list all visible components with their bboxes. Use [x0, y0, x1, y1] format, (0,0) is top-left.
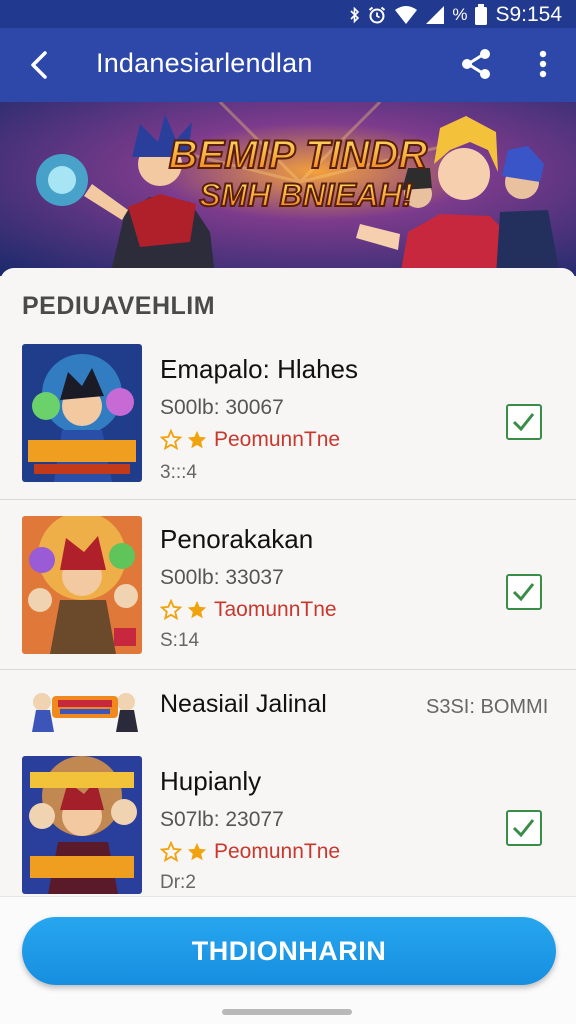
- rating-label: PeomunnTne: [214, 840, 341, 863]
- star-icon: [187, 600, 207, 619]
- star-outline-icon: [160, 599, 182, 621]
- battery-percent: %: [452, 5, 468, 24]
- hero-banner[interactable]: BEMIP TINDR SMH BNIEAH!: [0, 102, 576, 276]
- star-icon: [187, 430, 207, 449]
- game-name: Emapalo: Hlahes: [160, 354, 358, 384]
- game-meta: Dr:2: [160, 872, 196, 893]
- game-meta: 3:::4: [160, 462, 197, 483]
- game-size: S07lb: 23077: [160, 808, 284, 831]
- checkmark-icon: [512, 583, 535, 602]
- status-time: S9:154: [495, 3, 562, 26]
- game-thumbnail: [22, 344, 142, 482]
- primary-action-button[interactable]: THDIONHARIN: [22, 917, 556, 985]
- app-bar: Indanesiarlendlan: [0, 28, 576, 102]
- page-title: Indanesiarlendlan: [96, 48, 313, 78]
- game-size: S3SI: BOMMI: [426, 696, 549, 718]
- selected-checkbox[interactable]: [506, 810, 542, 846]
- list-item[interactable]: Penorakakan S00lb: 33037 TaomunnTne S:14: [0, 500, 576, 670]
- list-item[interactable]: Emapalo: Hlahes S00lb: 30067 PeomunnTne …: [0, 330, 576, 500]
- share-button[interactable]: [458, 46, 494, 82]
- game-thumbnail: [22, 516, 142, 654]
- rating-label: TaomunnTne: [214, 598, 337, 621]
- status-bar: % S9:154: [0, 0, 576, 28]
- banner-title-line1: BEMIP TINDR: [169, 133, 428, 177]
- home-indicator[interactable]: [222, 1009, 352, 1015]
- selected-checkbox[interactable]: [506, 574, 542, 610]
- game-size: S00lb: 33037: [160, 566, 284, 589]
- star-outline-icon: [160, 841, 182, 863]
- game-name: Hupianly: [160, 766, 262, 796]
- rating-label: PeomunnTne: [214, 428, 341, 451]
- selected-checkbox[interactable]: [506, 404, 542, 440]
- bottom-action-bar: THDIONHARIN: [0, 896, 576, 1024]
- back-button[interactable]: [22, 48, 56, 82]
- checkmark-icon: [512, 819, 535, 838]
- section-title: PEDIUAVEHLIM: [22, 292, 216, 320]
- game-name: Penorakakan: [160, 524, 314, 554]
- signal-icon: [426, 6, 445, 24]
- banner-artwork: BEMIP TINDR SMH BNIEAH!: [0, 102, 576, 276]
- game-size: S00lb: 30067: [160, 396, 284, 419]
- status-icons: % S9:154: [350, 3, 562, 27]
- game-list-card: PEDIUAVEHLIM Emapalo: Hlahes S00lb: 3006…: [0, 268, 576, 904]
- more-vert-icon: [539, 50, 547, 78]
- checkmark-icon: [512, 413, 535, 432]
- game-meta: S:14: [160, 630, 200, 651]
- wifi-icon: [395, 6, 418, 24]
- list-item[interactable]: Hupianly S07lb: 23077 PeomunnTne Dr:2: [0, 744, 576, 904]
- chevron-left-icon: [31, 51, 47, 79]
- more-options-button[interactable]: [532, 46, 554, 82]
- alarm-icon: [369, 6, 386, 24]
- game-thumbnail: [22, 756, 142, 894]
- game-rating: PeomunnTne: [160, 428, 340, 452]
- game-name: Neasiail Jalinal: [160, 690, 327, 718]
- game-thumbnail-small: [30, 682, 140, 732]
- share-icon: [462, 49, 490, 79]
- banner-title-line2: SMH BNIEAH!: [199, 177, 413, 213]
- game-rating: PeomunnTne: [160, 840, 340, 864]
- bluetooth-icon: [350, 6, 360, 24]
- game-rating: TaomunnTne: [160, 598, 337, 622]
- battery-icon: [475, 4, 488, 25]
- star-icon: [187, 842, 207, 861]
- star-outline-icon: [160, 429, 182, 451]
- list-item-compact[interactable]: Neasiail Jalinal S3SI: BOMMI: [0, 668, 576, 744]
